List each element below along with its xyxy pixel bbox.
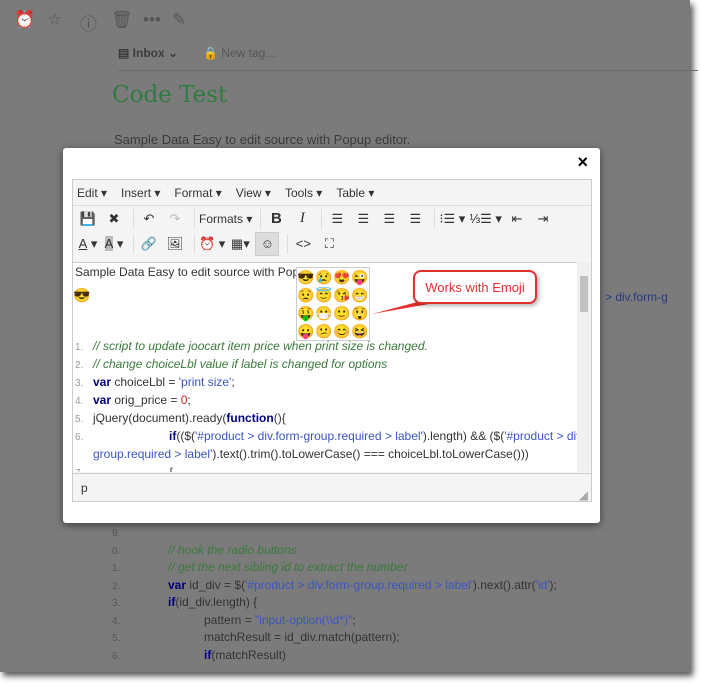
annotation-callout: Works with Emoji — [413, 270, 537, 304]
callout-pointer — [372, 296, 452, 314]
